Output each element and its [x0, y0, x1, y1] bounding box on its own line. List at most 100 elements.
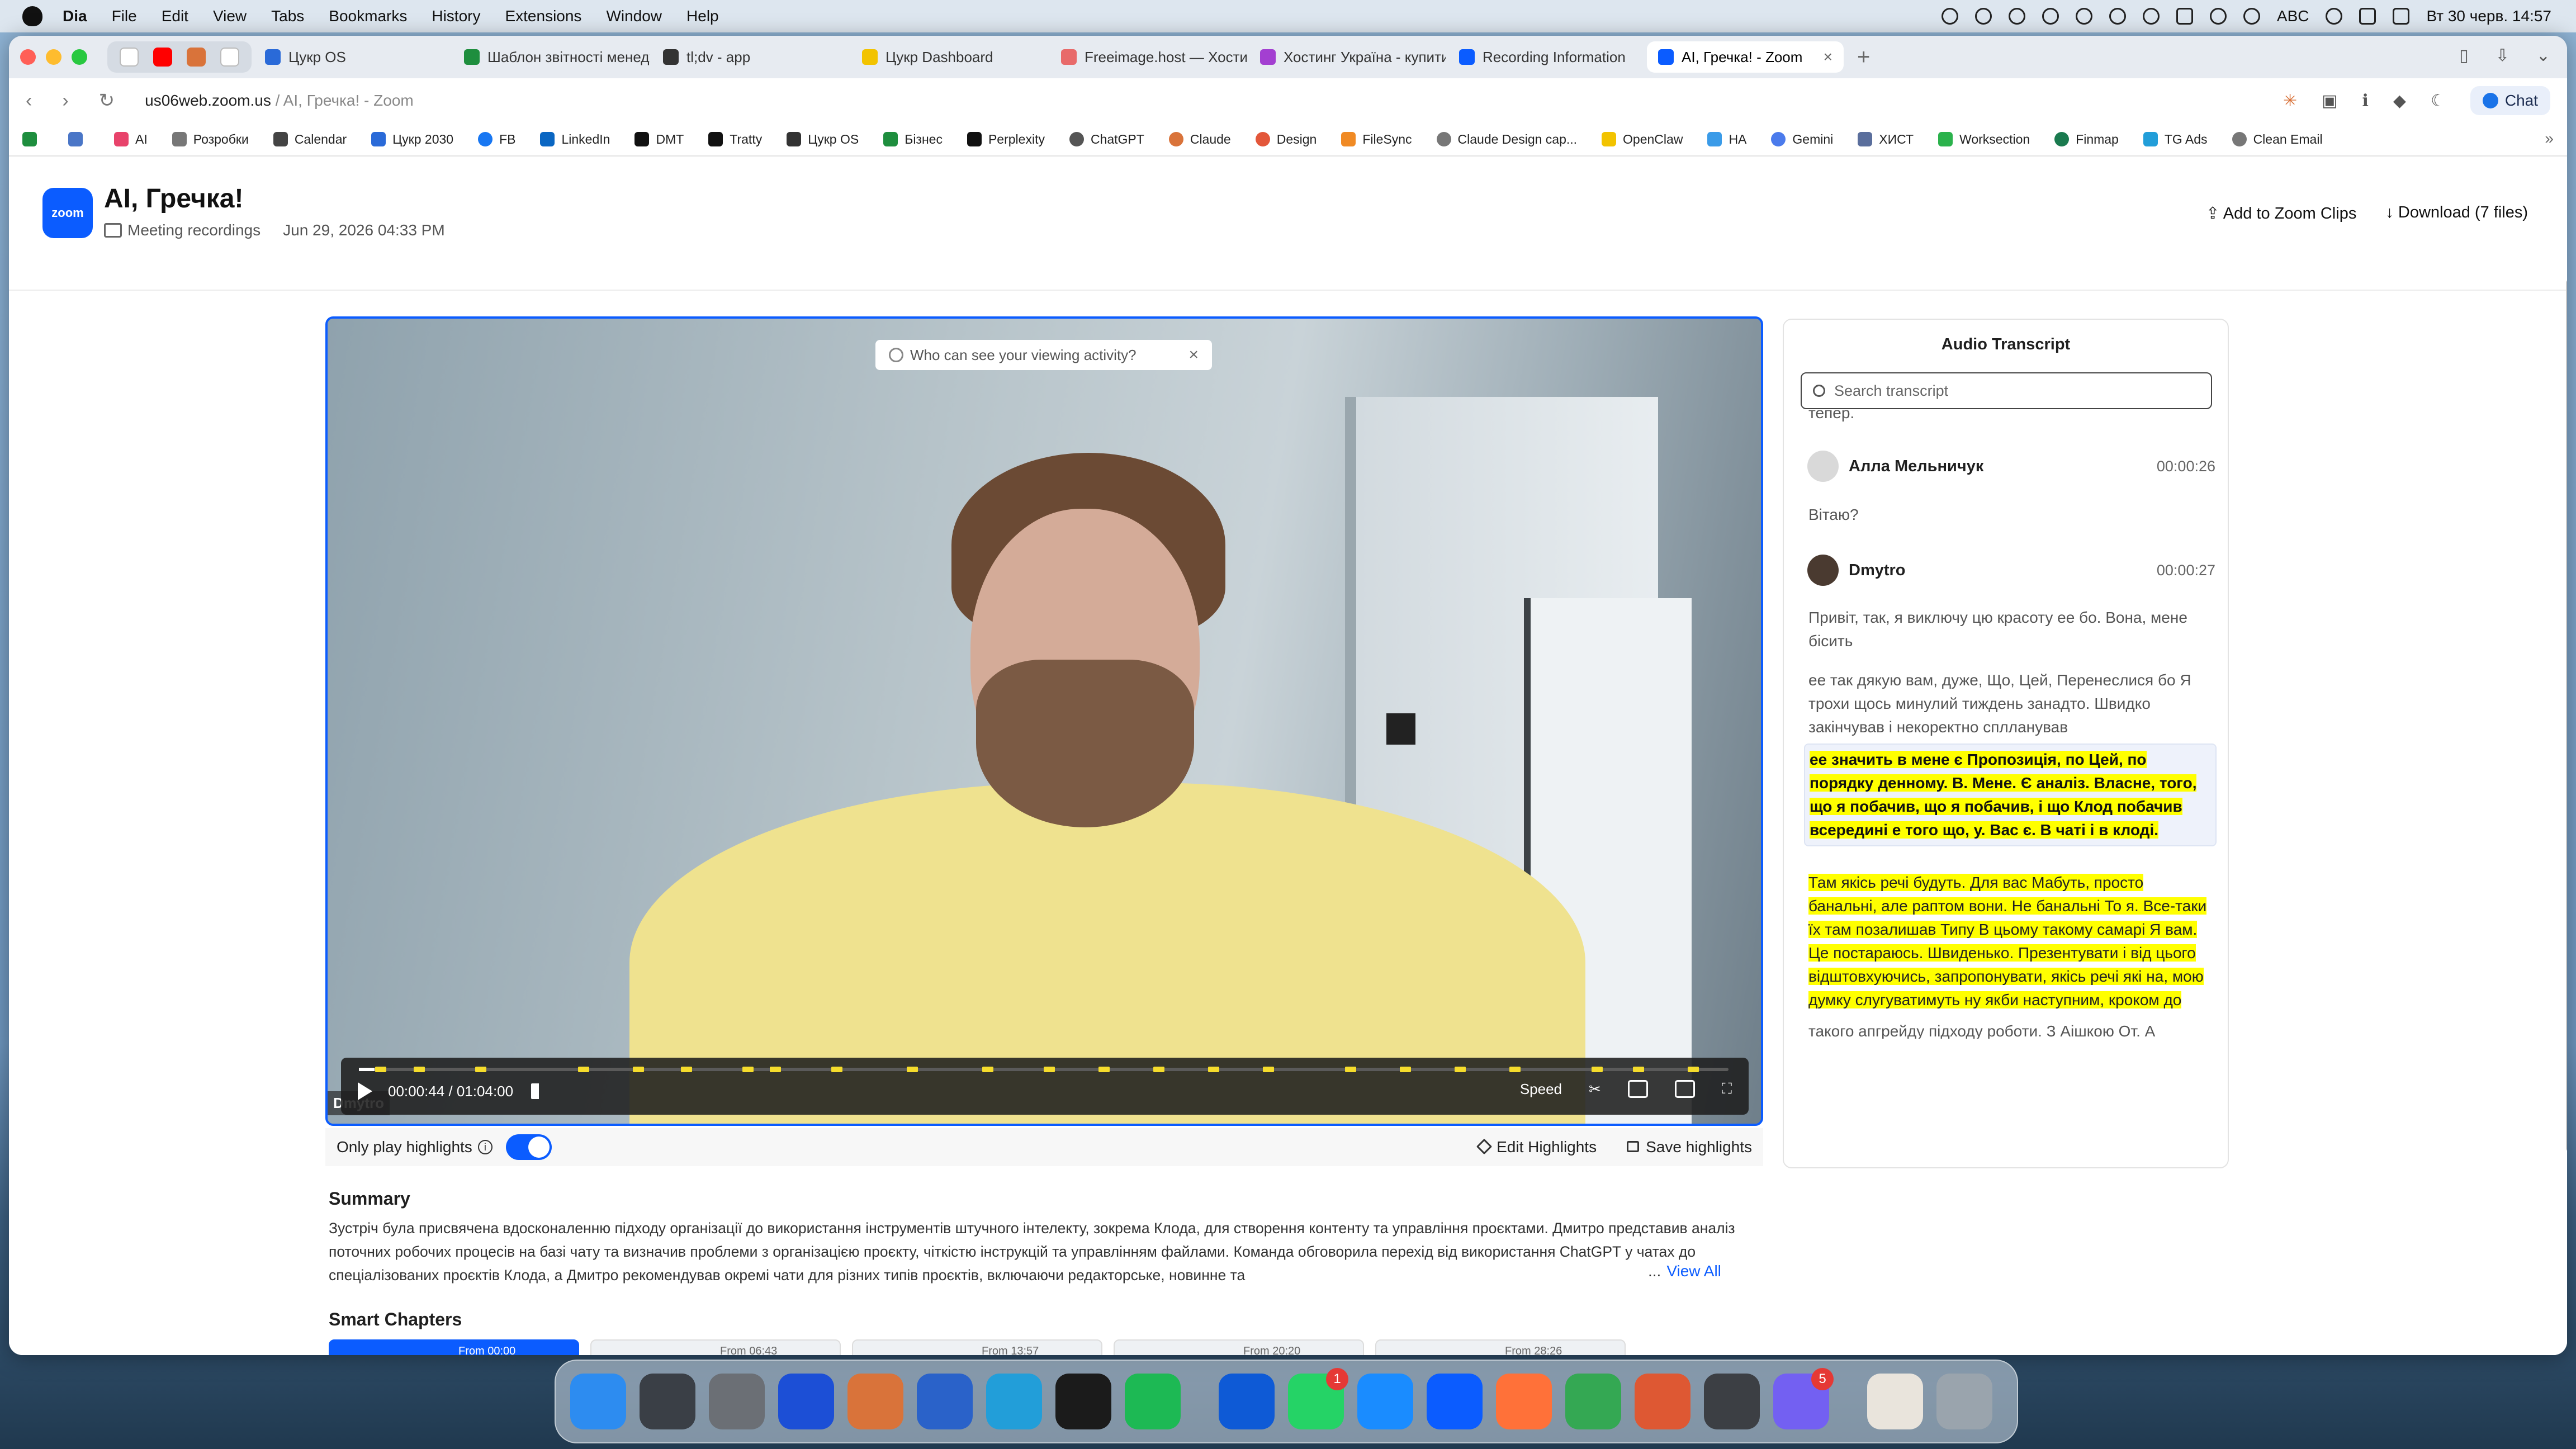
- bookmark-biznes[interactable]: Бізнес: [883, 132, 943, 147]
- highlight-marker[interactable]: [475, 1067, 487, 1072]
- dock-things-icon[interactable]: [778, 1374, 834, 1429]
- highlight-marker[interactable]: [1687, 1067, 1699, 1072]
- dock-safari-icon[interactable]: [1357, 1374, 1413, 1429]
- tab-zoom-active[interactable]: AI, Гречка! - Zoom ×: [1647, 41, 1844, 73]
- input-source-label[interactable]: ABC: [2277, 7, 2309, 25]
- pinned-tab-gmail[interactable]: [120, 48, 139, 67]
- page-scrollbar[interactable]: [2566, 280, 2567, 1152]
- downloads-icon[interactable]: ⇩: [2496, 46, 2509, 65]
- transcript-segment[interactable]: Привіт, так, я виключу цю красоту ее бо.…: [1808, 606, 2214, 653]
- chat-button[interactable]: Chat: [2470, 86, 2550, 115]
- bookmark-tsukr-2030[interactable]: Цукр 2030: [371, 132, 453, 147]
- bookmark-tratty[interactable]: Tratty: [708, 132, 762, 147]
- highlight-marker[interactable]: [1044, 1067, 1055, 1072]
- highlight-marker[interactable]: [375, 1067, 387, 1072]
- chapter-card[interactable]: From 06:43: [590, 1339, 841, 1355]
- bookmark-folder-ai[interactable]: AI: [114, 132, 148, 147]
- meeting-folder-link[interactable]: Meeting recordings: [127, 221, 261, 239]
- layout-icon[interactable]: [1674, 1080, 1695, 1098]
- bookmark-claude-design[interactable]: Claude Design cap...: [1436, 132, 1577, 147]
- bookmark-worksection[interactable]: Worksection: [1938, 132, 2030, 147]
- dock-documents-icon[interactable]: [1867, 1374, 1923, 1429]
- wifi-icon[interactable]: [2326, 8, 2343, 25]
- bookmark-calendar[interactable]: Calendar: [273, 132, 347, 147]
- speaker-timestamp[interactable]: 00:00:26: [2157, 458, 2215, 475]
- highlight-marker[interactable]: [1632, 1067, 1644, 1072]
- progress-track[interactable]: [359, 1067, 1729, 1072]
- chapter-card[interactable]: From 13:57: [852, 1339, 1102, 1355]
- more-bookmarks-icon[interactable]: »: [2545, 130, 2554, 148]
- close-icon[interactable]: ×: [1188, 345, 1199, 364]
- bookmark-folder-rozrobky[interactable]: Розробки: [172, 132, 249, 147]
- dock-teamviewer-icon[interactable]: [1219, 1374, 1275, 1429]
- chevron-down-icon[interactable]: ⌄: [2536, 46, 2550, 65]
- menu-view[interactable]: View: [213, 7, 247, 25]
- menu-edit[interactable]: Edit: [162, 7, 188, 25]
- dock-firefox-icon[interactable]: [1496, 1374, 1552, 1429]
- speed-button[interactable]: Speed: [1520, 1081, 1562, 1098]
- bookmark-chatgpt[interactable]: ChatGPT: [1069, 132, 1144, 147]
- clipboard-icon[interactable]: [2176, 8, 2193, 25]
- dock-launchpad-icon[interactable]: [640, 1374, 695, 1429]
- dock-zoom-icon[interactable]: [1427, 1374, 1483, 1429]
- bookmark-clean-email[interactable]: Clean Email: [2232, 132, 2323, 147]
- dock-spotify-icon[interactable]: [1125, 1374, 1181, 1429]
- menu-window[interactable]: Window: [606, 7, 662, 25]
- extension-icon[interactable]: ◆: [2393, 91, 2406, 111]
- tab-hosting-ukraine[interactable]: Хостинг Україна - купити: [1249, 41, 1446, 73]
- close-window-button[interactable]: [20, 49, 36, 65]
- highlight-marker[interactable]: [1098, 1067, 1110, 1072]
- control-center-icon[interactable]: [2393, 8, 2410, 25]
- sidebar-toggle-icon[interactable]: ▯: [2459, 46, 2469, 65]
- edit-highlights-button[interactable]: Edit Highlights: [1476, 1138, 1597, 1156]
- highlight-marker[interactable]: [1208, 1067, 1219, 1072]
- bookmark-linkedin[interactable]: LinkedIn: [540, 132, 610, 147]
- play-icon[interactable]: [358, 1082, 372, 1100]
- apple-menu-icon[interactable]: [22, 6, 42, 26]
- only-highlights-toggle[interactable]: [505, 1134, 552, 1160]
- dock-server-icon[interactable]: [1704, 1374, 1760, 1429]
- reload-icon[interactable]: ↻: [99, 89, 115, 112]
- dock-claude-icon[interactable]: [847, 1374, 903, 1429]
- video-player[interactable]: Who can see your viewing activity? × Dmy…: [325, 316, 1763, 1126]
- highlight-marker[interactable]: [742, 1067, 754, 1072]
- bookmark-tg-ads[interactable]: TG Ads: [2143, 132, 2208, 147]
- transcript-segment[interactable]: Вітаю?: [1808, 503, 2214, 527]
- info-icon[interactable]: i: [477, 1140, 493, 1154]
- dock-viber-icon[interactable]: 5: [1773, 1368, 1834, 1429]
- bookmark-dmt[interactable]: DMT: [634, 132, 684, 147]
- zoom-status-icon[interactable]: [2109, 8, 2126, 25]
- bookmark-design[interactable]: Design: [1255, 132, 1317, 147]
- highlight-marker[interactable]: [1509, 1067, 1521, 1072]
- highlight-marker[interactable]: [1592, 1067, 1603, 1072]
- bookmark-gemini[interactable]: Gemini: [1771, 132, 1833, 147]
- notification-icon[interactable]: [2042, 8, 2059, 25]
- menu-bookmarks[interactable]: Bookmarks: [329, 7, 407, 25]
- play-status-icon[interactable]: [2209, 8, 2227, 25]
- menu-help[interactable]: Help: [686, 7, 719, 25]
- transcript-segment-highlighted[interactable]: Там якісь речі будуть. Для вас Мабуть, п…: [1808, 871, 2214, 1012]
- highlight-marker[interactable]: [907, 1067, 918, 1072]
- info-icon[interactable]: ℹ: [2362, 91, 2368, 111]
- menu-clock[interactable]: Вт 30 черв. 14:57: [2426, 7, 2551, 25]
- chapter-card[interactable]: From 28:26: [1375, 1339, 1626, 1355]
- fullscreen-icon[interactable]: ⛶: [1722, 1080, 1732, 1098]
- bookmark-finmap[interactable]: Finmap: [2054, 132, 2119, 147]
- tab-tsukr-dashboard[interactable]: Цукр Dashboard: [851, 41, 1048, 73]
- bookmark-khyst[interactable]: ХИСТ: [1858, 132, 1914, 147]
- dock-finder-icon[interactable]: [570, 1374, 626, 1429]
- highlight-marker[interactable]: [982, 1067, 993, 1072]
- tab-recording-information[interactable]: Recording Information: [1448, 41, 1645, 73]
- menu-history[interactable]: History: [432, 7, 480, 25]
- volume-icon[interactable]: [531, 1083, 550, 1099]
- dock-whatsapp-icon[interactable]: 1: [1288, 1368, 1348, 1429]
- dock-chrome-icon[interactable]: [1565, 1374, 1621, 1429]
- menu-tabs[interactable]: Tabs: [271, 7, 304, 25]
- dock-trash-icon[interactable]: [1936, 1374, 1992, 1429]
- highlight-marker[interactable]: [414, 1067, 425, 1072]
- view-all-link[interactable]: ... View All: [1637, 1262, 1721, 1280]
- transcript-segment[interactable]: такого апгрейду підходу роботи. З Аішкою…: [1808, 1020, 2214, 1039]
- camera-icon[interactable]: ▣: [2322, 91, 2337, 111]
- bookmark-fb[interactable]: FB: [478, 132, 515, 147]
- check-status-icon[interactable]: [1974, 8, 1992, 25]
